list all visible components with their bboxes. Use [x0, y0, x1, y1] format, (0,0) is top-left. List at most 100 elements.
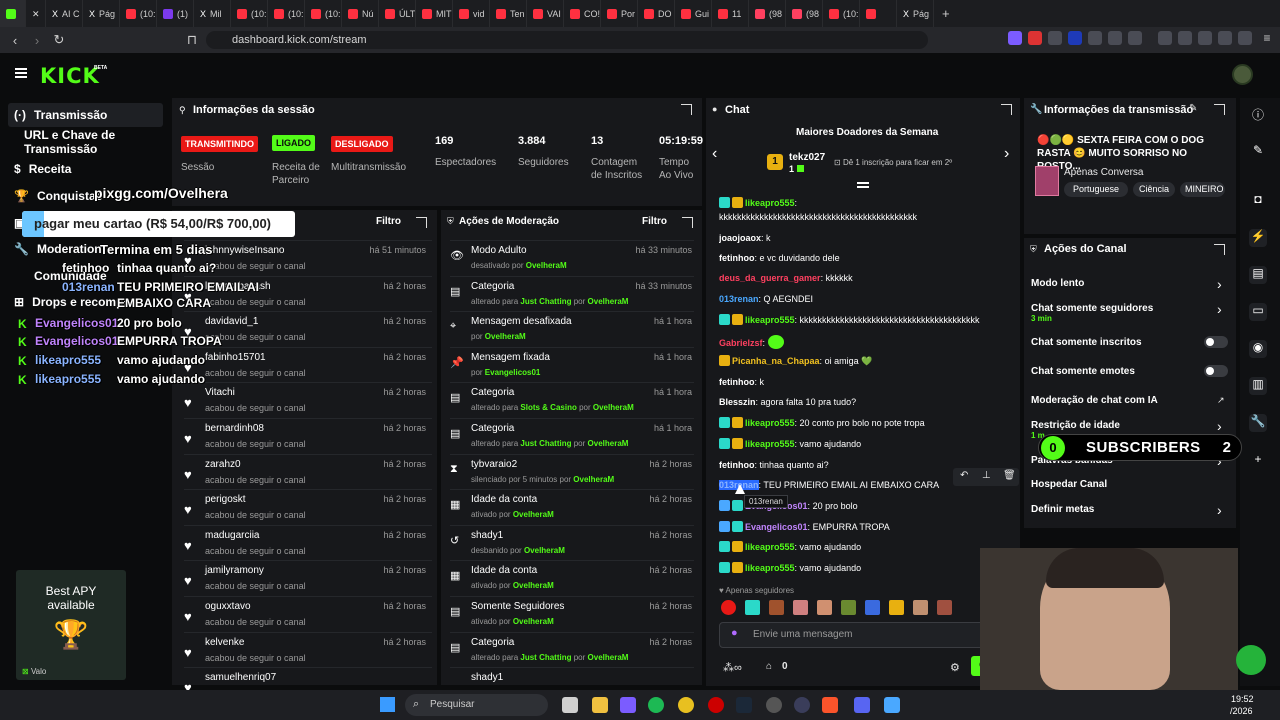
chat-message[interactable]: kkkkkkkkkkkkkkkkkkkkkkkkkkkkkkkkkkkkkkkk… [719, 211, 1009, 223]
chat-message[interactable]: Picanha_na_Chapaa: oi amiga 💚 [719, 355, 1009, 367]
channel-action-1[interactable]: Modo lento [1031, 278, 1084, 289]
steam-icon[interactable] [736, 697, 752, 713]
tag-pill[interactable]: Portuguese [1064, 182, 1128, 197]
chat-message[interactable]: likeapro555: kkkkkkkkkkkkkkkkkkkkkkkkkkk… [719, 314, 1009, 326]
moderation-row[interactable]: ▤ Categoria alterado para Just Chatting po… [450, 418, 694, 454]
browser-tab[interactable]: ✕ [26, 0, 46, 27]
music-icon[interactable] [1158, 31, 1172, 45]
menu-icon[interactable]: ≡ [1260, 31, 1274, 45]
toggle-switch[interactable] [1204, 365, 1228, 377]
browser-tab[interactable]: Nú [342, 0, 379, 27]
moderation-row[interactable]: ▤ Categoria alterado para Just Chatting po… [450, 631, 694, 668]
emote-icon[interactable] [841, 600, 856, 615]
chat-message[interactable]: Evangelicos01: EMPURRA TROPA [719, 521, 1009, 533]
notepad-icon[interactable] [884, 697, 900, 713]
chat-username[interactable]: fetinhoo [719, 460, 755, 470]
chat-message[interactable]: Gabrielzsf: [719, 335, 1009, 349]
moderation-row[interactable]: ▦ Idade da conta ativado por OvelheraM há 2… [450, 489, 694, 525]
browser-tab[interactable]: (10: [823, 0, 860, 27]
extension-icon[interactable] [1068, 31, 1082, 45]
pin-icon[interactable]: ⊥ [982, 470, 991, 481]
extension-icon[interactable] [1128, 31, 1142, 45]
expand-icon[interactable] [416, 217, 427, 228]
browser-tab[interactable]: Ten [490, 0, 527, 27]
info-icon[interactable]: ⓘ [1250, 106, 1266, 122]
windows-start-icon[interactable] [380, 697, 395, 712]
filter-button[interactable]: Filtro [376, 216, 401, 227]
chevron-left-icon[interactable]: ‹ [712, 145, 717, 163]
moderation-row[interactable]: ▦ Idade da conta ativado por OvelheraM há 2… [450, 560, 694, 596]
emote-icon[interactable] [793, 600, 808, 615]
taskbar-search[interactable]: ⌕ Pesquisar [405, 694, 548, 716]
chevron-right-icon[interactable]: › [1217, 276, 1222, 292]
file-explorer-icon[interactable] [592, 697, 608, 713]
chat-message[interactable]: joaojoaox: k [719, 232, 1009, 244]
browser-tab[interactable] [0, 0, 26, 27]
document-icon[interactable]: ▤ [1249, 266, 1267, 284]
emote-icon[interactable] [889, 600, 904, 615]
emote-icon[interactable] [817, 600, 832, 615]
browser-tab[interactable]: MIT [416, 0, 453, 27]
shield-icon[interactable] [1238, 31, 1252, 45]
sidebar-item-receita[interactable]: $ Receita [8, 157, 163, 181]
kick-logo[interactable]: KICK [40, 64, 100, 88]
follower-row[interactable]: ♥ bernardinh08 acabou de seguir o canal há … [184, 418, 432, 454]
chat-username[interactable]: Gabrielzsf [719, 338, 763, 348]
channel-action-2[interactable]: Chat somente seguidores [1031, 303, 1153, 314]
expand-icon[interactable] [681, 104, 692, 115]
edit-icon[interactable]: ✎ [1250, 143, 1266, 159]
chat-message[interactable]: likeapro555: 20 conto pro bolo no pote t… [719, 417, 1009, 429]
donor-name[interactable]: tekz027 [789, 152, 825, 163]
extension-icon[interactable] [1048, 31, 1062, 45]
chevron-right-icon[interactable]: › [1004, 145, 1009, 163]
chrome-icon[interactable] [678, 697, 694, 713]
extension-icon[interactable] [1108, 31, 1122, 45]
moderation-row[interactable]: ▤ Categoria alterado para Slots & Casino p… [450, 382, 694, 418]
follower-row[interactable]: ♥ perigoskt acabou de seguir o canal há 2 h… [184, 489, 432, 525]
browser-tab[interactable]: CO! [564, 0, 601, 27]
spotify-icon[interactable] [648, 697, 664, 713]
emote-icon[interactable] [769, 600, 784, 615]
moderation-row[interactable]: ↺ shady1 desbanido por OvelheraM há 2 horas [450, 524, 694, 561]
external-link-icon[interactable]: ↗ [1217, 395, 1225, 406]
channel-action-5[interactable]: Moderação de chat com IA [1031, 395, 1158, 406]
user-avatar[interactable] [1232, 64, 1253, 85]
channel-action-9[interactable]: Definir metas [1031, 504, 1094, 515]
mic-icon[interactable]: ● [731, 627, 738, 639]
discord-icon[interactable] [854, 697, 870, 713]
follower-row[interactable]: ♥ zarahz0 acabou de seguir o canal há 2 hor… [184, 453, 432, 490]
chat-username[interactable]: fetinhoo [719, 377, 755, 387]
chevron-right-icon[interactable]: › [1217, 502, 1222, 518]
follower-row[interactable]: ♥ fabinho15701 acabou de seguir o canal há … [184, 346, 432, 383]
camera-icon[interactable]: ◘ [1250, 192, 1266, 208]
browser-tab[interactable]: (1) [157, 0, 194, 27]
app-icon[interactable] [794, 697, 810, 713]
follower-row[interactable]: ♥ Vitachi acabou de seguir o canal há 2 hor… [184, 382, 432, 418]
chat-username[interactable]: likeapro555 [745, 198, 795, 208]
chat-message[interactable]: likeapro555: vamo ajudando [719, 438, 1009, 450]
browser-tab[interactable]: Por [601, 0, 638, 27]
channel-action-4[interactable]: Chat somente emotes [1031, 366, 1135, 377]
group-icon[interactable]: ⁂∞ [723, 661, 742, 674]
chat-username[interactable]: likeapro555 [745, 542, 795, 552]
wrench-icon[interactable]: 🔧 [1249, 414, 1267, 432]
extension-icon[interactable] [1028, 31, 1042, 45]
emote-icon[interactable] [745, 600, 760, 615]
reload-icon[interactable]: ↻ [48, 29, 70, 51]
app-icon[interactable] [766, 697, 782, 713]
chat-username[interactable]: joaojoaox [719, 233, 761, 243]
browser-tab[interactable]: (98 [786, 0, 823, 27]
chat-username[interactable]: likeapro555 [745, 418, 795, 428]
browser-tab[interactable]: (98 [749, 0, 786, 27]
moderation-row[interactable]: ▤ Categoria alterado para Just Chatting po… [450, 275, 694, 312]
chat-message[interactable]: deus_da_guerra_gamer: kkkkkk [719, 272, 1009, 284]
sidebar-item-transmissao[interactable]: (·) Transmissão [8, 103, 163, 127]
browser-tab[interactable]: DO [638, 0, 675, 27]
channel-action-8[interactable]: Hospedar Canal [1031, 479, 1107, 490]
chat-username[interactable]: Picanha_na_Chapaa [732, 356, 820, 366]
browser-tab[interactable]: (10: [231, 0, 268, 27]
browser-tab[interactable]: ÚLT [379, 0, 416, 27]
extension-icon[interactable] [1198, 31, 1212, 45]
emote-icon[interactable] [913, 600, 928, 615]
chat-message[interactable]: fetinhoo: k [719, 376, 1009, 388]
